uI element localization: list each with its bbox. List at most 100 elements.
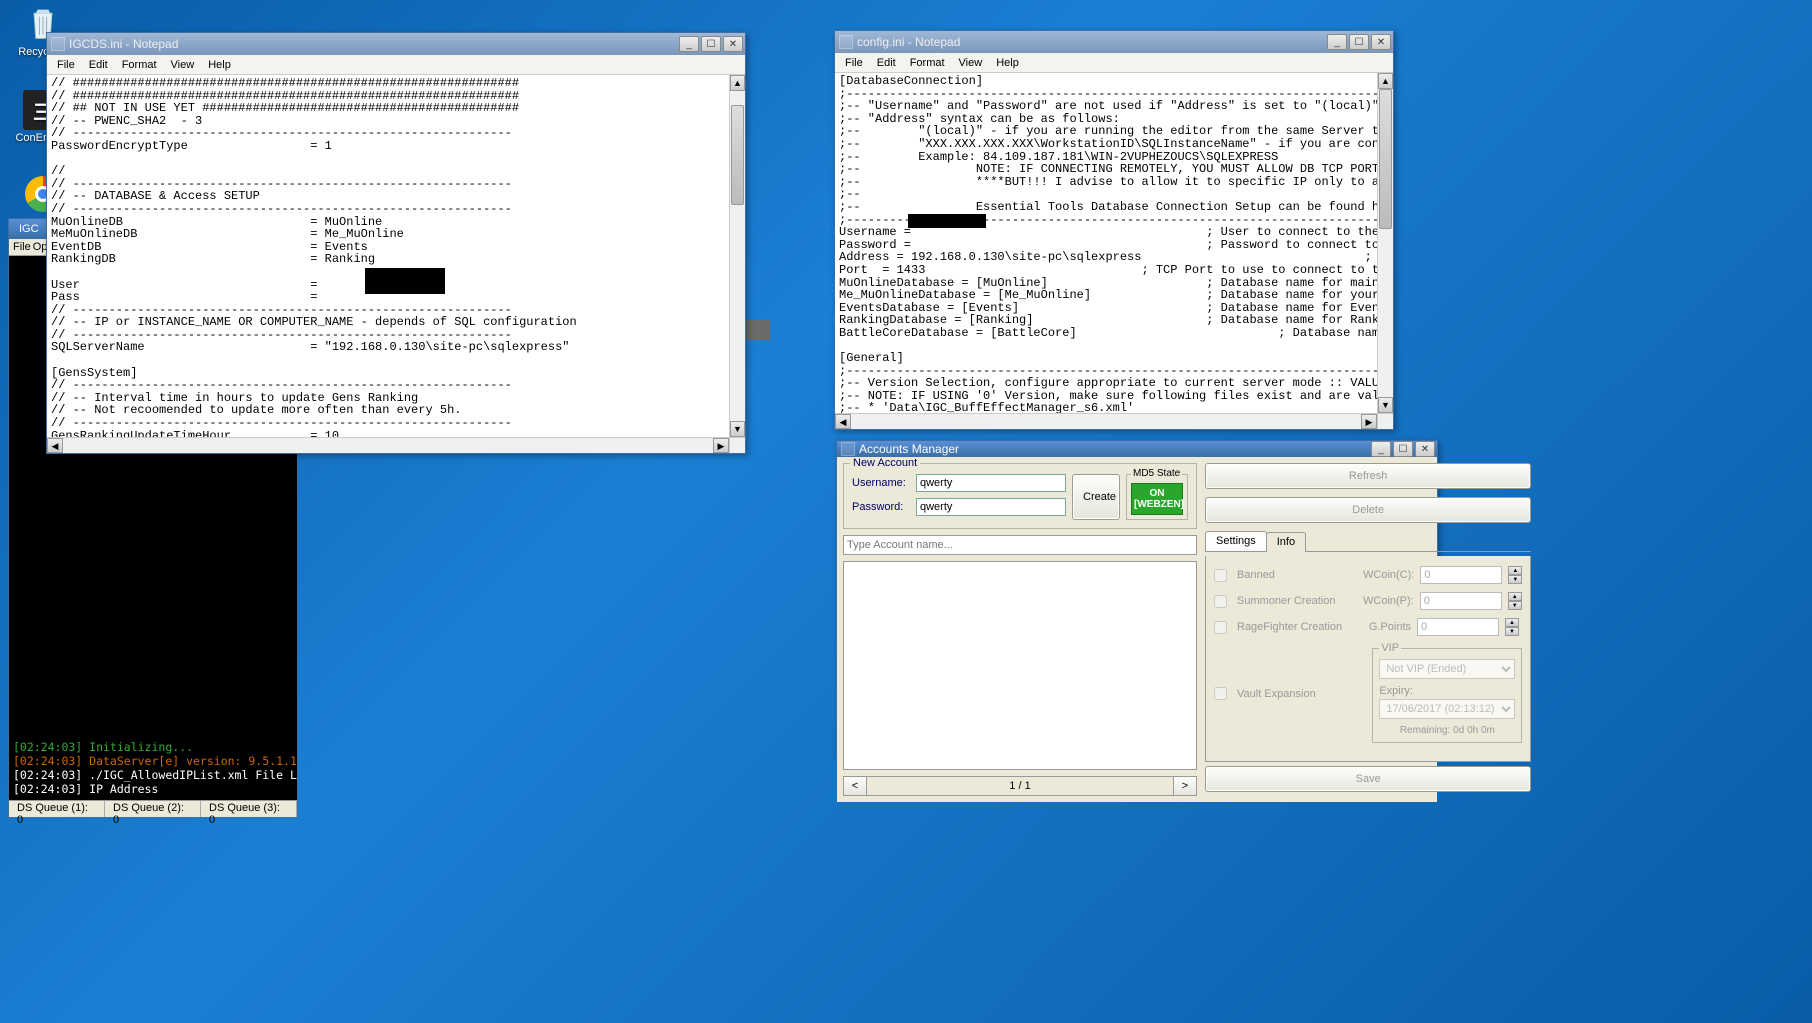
titlebar[interactable]: IGCDS.ini - Notepad _ ☐ ✕ — [47, 33, 745, 55]
checkbox-ragefighter[interactable] — [1214, 621, 1227, 634]
close-button[interactable]: ✕ — [723, 36, 743, 52]
select-expiry[interactable]: 17/06/2017 (02:13:12) — [1379, 699, 1515, 719]
save-button[interactable]: Save — [1205, 766, 1531, 792]
app-icon — [841, 442, 855, 456]
menu-file[interactable]: File — [13, 241, 31, 253]
page-next-button[interactable]: > — [1173, 776, 1197, 796]
menu-file[interactable]: File — [839, 55, 869, 71]
maximize-button[interactable]: ☐ — [1349, 34, 1369, 50]
checkbox-vault[interactable] — [1214, 687, 1227, 700]
titlebar[interactable]: Accounts Manager _ ☐ ✕ — [837, 441, 1437, 457]
md5-legend: MD5 State — [1131, 468, 1182, 479]
menu-edit[interactable]: Edit — [83, 57, 114, 73]
window-accounts-manager[interactable]: Accounts Manager _ ☐ ✕ New Account Usern… — [836, 440, 1438, 760]
status-queue-3: DS Queue (3): 0 — [201, 801, 297, 817]
text-content[interactable]: [DatabaseConnection] ;------------------… — [835, 73, 1393, 429]
scroll-right-button[interactable]: ▶ — [713, 438, 729, 453]
refresh-button[interactable]: Refresh — [1205, 463, 1531, 489]
label-banned: Banned — [1237, 569, 1357, 581]
menu-format[interactable]: Format — [904, 55, 951, 71]
menu-help[interactable]: Help — [202, 57, 237, 73]
notepad-icon — [51, 37, 65, 51]
window-title: IGC — [19, 223, 39, 235]
scroll-thumb[interactable] — [731, 105, 744, 205]
scroll-up-button[interactable]: ▲ — [730, 75, 745, 91]
input-password[interactable] — [916, 498, 1066, 516]
minimize-button[interactable]: _ — [1327, 34, 1347, 50]
menu-help[interactable]: Help — [990, 55, 1025, 71]
page-prev-button[interactable]: < — [843, 776, 867, 796]
account-list[interactable] — [843, 561, 1197, 770]
input-gpoints[interactable] — [1417, 618, 1499, 636]
page-indicator: 1 / 1 — [867, 776, 1173, 796]
menu-format[interactable]: Format — [116, 57, 163, 73]
label-wcoinc: WCoin(C): — [1363, 569, 1414, 581]
groupbox-md5-state: MD5 State ON[WEBZEN] — [1126, 474, 1188, 520]
menu-edit[interactable]: Edit — [871, 55, 902, 71]
spin-up[interactable]: ▲ — [1508, 592, 1522, 601]
close-button[interactable]: ✕ — [1415, 441, 1435, 457]
status-queue-2: DS Queue (2): 0 — [105, 801, 201, 817]
groupbox-legend: New Account — [850, 457, 920, 469]
menu-view[interactable]: View — [953, 55, 989, 71]
scroll-left-button[interactable]: ◀ — [47, 438, 63, 453]
scrollbar-horizontal[interactable]: ◀ ▶ — [47, 437, 729, 453]
scroll-right-button[interactable]: ▶ — [1361, 414, 1377, 429]
spin-down[interactable]: ▼ — [1508, 575, 1522, 584]
scrollbar-horizontal[interactable]: ◀ ▶ — [835, 413, 1377, 429]
menubar: File Edit Format View Help — [835, 53, 1393, 73]
tab-info[interactable]: Info — [1266, 532, 1306, 552]
search-account-input[interactable] — [843, 535, 1197, 555]
menu-file[interactable]: File — [51, 57, 81, 73]
minimize-button[interactable]: _ — [1371, 441, 1391, 457]
label-summoner: Summoner Creation — [1237, 595, 1357, 607]
label-vault: Vault Expansion — [1237, 688, 1366, 700]
maximize-button[interactable]: ☐ — [701, 36, 721, 52]
text-area[interactable]: // #####################################… — [47, 75, 745, 453]
spin-up[interactable]: ▲ — [1505, 618, 1519, 627]
scroll-left-button[interactable]: ◀ — [835, 414, 851, 429]
input-username[interactable] — [916, 474, 1066, 492]
spin-up[interactable]: ▲ — [1508, 566, 1522, 575]
checkbox-summoner[interactable] — [1214, 595, 1227, 608]
scroll-down-button[interactable]: ▼ — [730, 421, 745, 437]
vip-legend: VIP — [1379, 642, 1401, 654]
scroll-thumb[interactable] — [1379, 89, 1392, 229]
groupbox-new-account: New Account Username: Password: Create — [843, 463, 1197, 529]
close-button[interactable]: ✕ — [1371, 34, 1391, 50]
window-title: Accounts Manager — [859, 442, 1365, 456]
text-area[interactable]: [DatabaseConnection] ;------------------… — [835, 73, 1393, 429]
statusbar: DS Queue (1): 0 DS Queue (2): 0 DS Queue… — [9, 800, 297, 817]
spin-down[interactable]: ▼ — [1508, 601, 1522, 610]
resize-grip[interactable] — [1377, 413, 1393, 429]
spin-down[interactable]: ▼ — [1505, 627, 1519, 636]
menubar: File Edit Format View Help — [47, 55, 745, 75]
menu-view[interactable]: View — [165, 57, 201, 73]
label-ragefighter: RageFighter Creation — [1237, 621, 1357, 633]
maximize-button[interactable]: ☐ — [1393, 441, 1413, 457]
checkbox-banned[interactable] — [1214, 569, 1227, 582]
md5-toggle-button[interactable]: ON[WEBZEN] — [1131, 483, 1183, 515]
tab-settings[interactable]: Settings — [1205, 531, 1267, 551]
redaction-username — [908, 214, 986, 228]
redaction-pass — [365, 280, 445, 294]
scroll-down-button[interactable]: ▼ — [1378, 397, 1393, 413]
input-wcoinc[interactable] — [1420, 566, 1502, 584]
delete-button[interactable]: Delete — [1205, 497, 1531, 523]
scrollbar-vertical[interactable]: ▲ ▼ — [729, 75, 745, 437]
scrollbar-vertical[interactable]: ▲ ▼ — [1377, 73, 1393, 413]
label-expiry: Expiry: — [1379, 685, 1515, 697]
scroll-up-button[interactable]: ▲ — [1378, 73, 1393, 89]
text-content[interactable]: // #####################################… — [47, 75, 745, 453]
resize-grip[interactable] — [729, 437, 745, 453]
create-button[interactable]: Create — [1072, 474, 1120, 520]
window-notepad-config[interactable]: config.ini - Notepad _ ☐ ✕ File Edit For… — [834, 30, 1394, 430]
select-vip[interactable]: Not VIP (Ended) — [1379, 659, 1515, 679]
titlebar[interactable]: config.ini - Notepad _ ☐ ✕ — [835, 31, 1393, 53]
window-notepad-igcds[interactable]: IGCDS.ini - Notepad _ ☐ ✕ File Edit Form… — [46, 32, 746, 454]
label-gpoints: G.Points — [1363, 621, 1411, 633]
label-password: Password: — [852, 501, 910, 513]
minimize-button[interactable]: _ — [679, 36, 699, 52]
label-wcoinp: WCoin(P): — [1363, 595, 1414, 607]
input-wcoinp[interactable] — [1420, 592, 1502, 610]
